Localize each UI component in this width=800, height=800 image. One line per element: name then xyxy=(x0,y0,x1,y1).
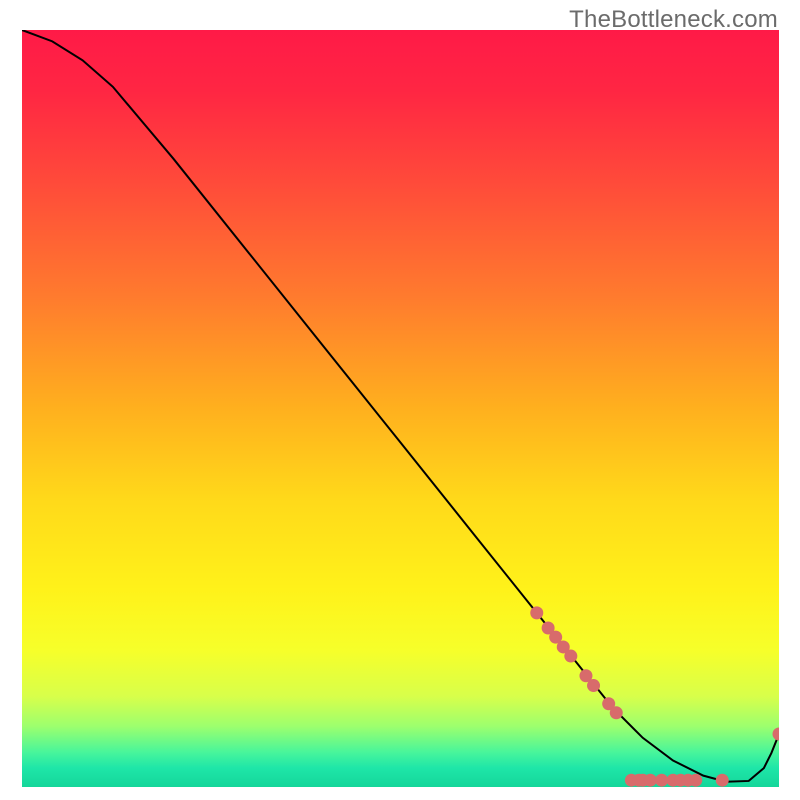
data-dot xyxy=(587,679,600,692)
gradient-background xyxy=(22,30,779,787)
chart-svg xyxy=(22,30,779,787)
data-dot xyxy=(564,650,577,663)
chart-container: TheBottleneck.com xyxy=(0,0,800,800)
watermark-text: TheBottleneck.com xyxy=(569,6,778,34)
data-dot xyxy=(530,606,543,619)
plot-area xyxy=(22,30,779,787)
data-dot xyxy=(689,774,702,787)
data-dot xyxy=(610,706,623,719)
data-dot xyxy=(716,774,729,787)
data-dot xyxy=(655,774,668,787)
data-dot xyxy=(644,774,657,787)
